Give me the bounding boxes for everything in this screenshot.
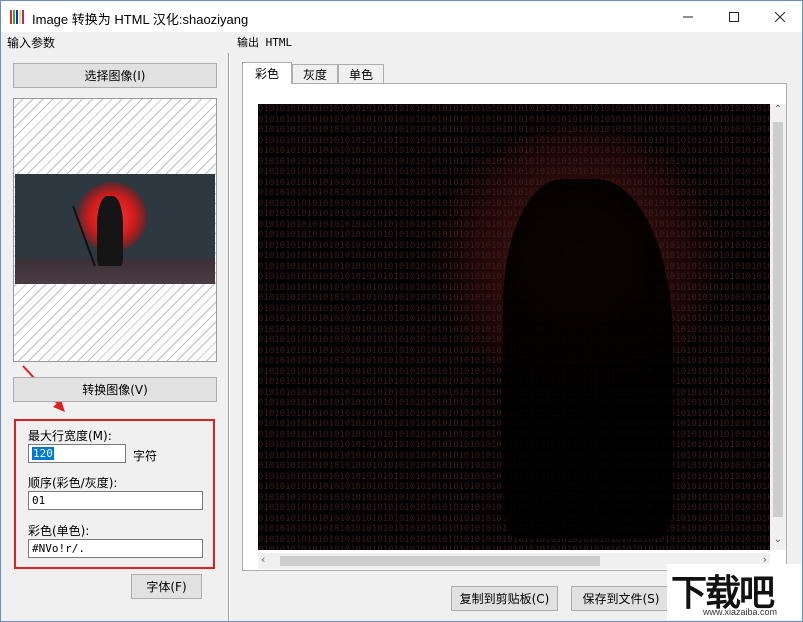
image-preview	[13, 98, 217, 362]
watermark-logo: 下载吧 www.xiazaiba.com	[667, 564, 801, 620]
scroll-down-icon[interactable]: ⌄	[770, 534, 786, 550]
max-width-value: 120	[32, 447, 54, 460]
minimize-button[interactable]	[665, 1, 711, 32]
minimize-icon	[683, 16, 693, 17]
copy-to-clipboard-button[interactable]: 复制到剪贴板(C)	[451, 586, 558, 611]
max-width-label: 最大行宽度(M):	[28, 429, 112, 443]
watermark-sub: www.xiazaiba.com	[703, 607, 778, 617]
color-label: 彩色(单色):	[28, 524, 90, 538]
convert-image-button[interactable]: 转换图像(V)	[13, 377, 217, 402]
app-window: Image 转换为 HTML 汉化:shaoziyang 输入参数 选择图像(I…	[0, 0, 803, 622]
order-label: 顺序(彩色/灰度):	[28, 476, 118, 490]
output-html-label: 输出 HTML	[237, 36, 293, 49]
scroll-left-icon[interactable]: ‹	[261, 553, 265, 566]
color-input[interactable]: #NVo!r/.	[28, 539, 203, 558]
close-icon	[775, 11, 785, 22]
input-params-label: 输入参数	[7, 36, 56, 50]
vertical-scrollbar[interactable]: ⌃ ⌄	[770, 104, 786, 550]
title-bar[interactable]: Image 转换为 HTML 汉化:shaoziyang	[1, 1, 802, 32]
font-button[interactable]: 字体(F)	[131, 574, 202, 599]
app-icon	[10, 10, 24, 24]
max-width-input[interactable]: 120	[28, 444, 126, 463]
order-input[interactable]: 01	[28, 491, 203, 510]
maximize-button[interactable]	[711, 1, 757, 32]
vertical-scroll-thumb[interactable]	[773, 122, 783, 517]
close-button[interactable]	[757, 1, 803, 32]
html-output-view[interactable]: 0101010101010101010101010101010101010101…	[258, 104, 770, 550]
panel-divider	[228, 53, 230, 621]
max-width-unit: 字符	[133, 449, 158, 463]
scroll-up-icon[interactable]: ⌃	[770, 104, 786, 120]
select-image-button[interactable]: 选择图像(I)	[13, 63, 217, 88]
save-to-file-button[interactable]: 保存到文件(S)	[571, 586, 671, 611]
tab-mono[interactable]: 单色	[338, 64, 384, 84]
tab-grayscale[interactable]: 灰度	[292, 64, 338, 84]
preview-image	[15, 174, 215, 284]
maximize-icon	[729, 11, 739, 22]
window-title: Image 转换为 HTML 汉化:shaoziyang	[32, 12, 249, 27]
horizontal-scroll-thumb[interactable]	[280, 556, 600, 566]
tab-color[interactable]: 彩色	[242, 62, 292, 84]
